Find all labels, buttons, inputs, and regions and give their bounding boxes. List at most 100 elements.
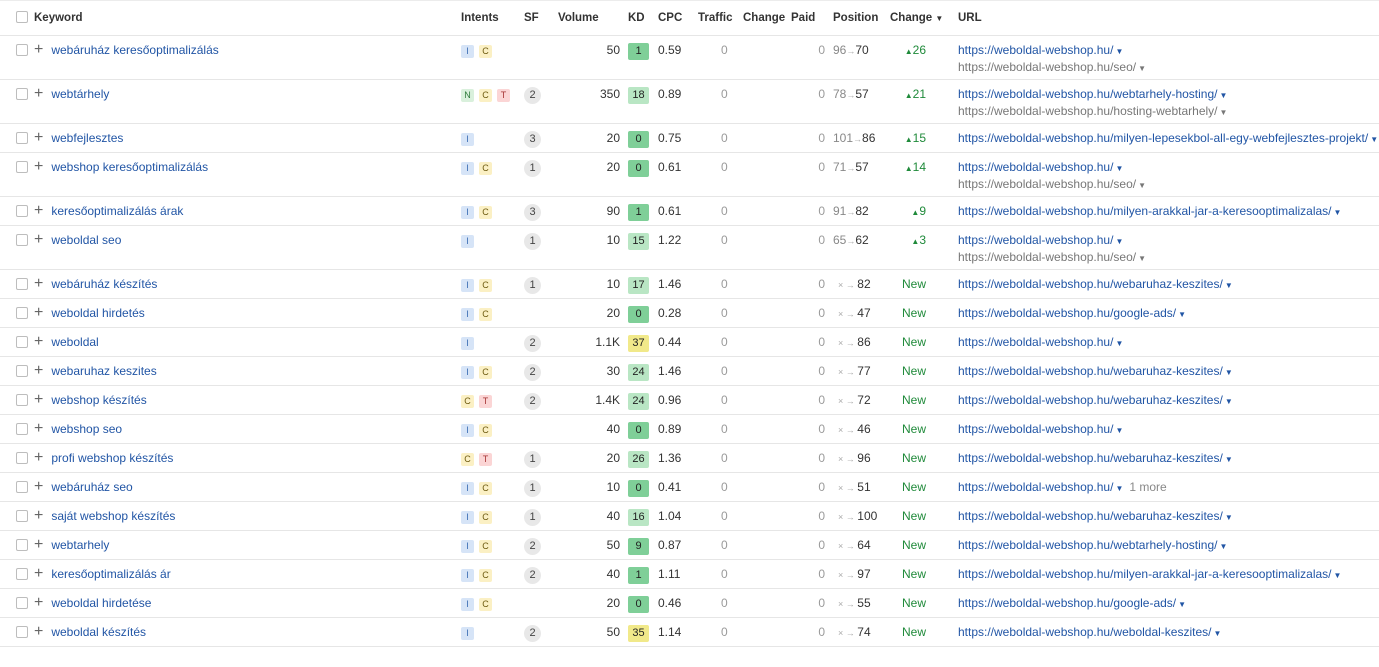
row-checkbox[interactable]	[16, 625, 28, 638]
add-keyword-icon[interactable]: +	[34, 624, 43, 640]
header-intents[interactable]: Intents	[457, 0, 520, 36]
url-link[interactable]: https://weboldal-webshop.hu/milyen-arakk…	[958, 567, 1332, 581]
chevron-down-icon[interactable]: ▼	[1225, 513, 1233, 522]
keyword-link[interactable]: webáruház keresőoptimalizálás	[51, 43, 218, 57]
serp-features-count[interactable]: 2	[524, 364, 541, 381]
header-cpc[interactable]: CPC	[654, 0, 694, 36]
row-checkbox[interactable]	[16, 538, 28, 551]
keyword-link[interactable]: weboldal hirdetés	[51, 306, 144, 320]
keyword-link[interactable]: keresőoptimalizálás ár	[51, 567, 170, 581]
header-kd[interactable]: KD	[624, 0, 654, 36]
select-all-checkbox[interactable]	[16, 10, 28, 23]
chevron-down-icon[interactable]: ▼	[1138, 181, 1146, 190]
chevron-down-icon[interactable]: ▼	[1115, 164, 1123, 173]
keyword-link[interactable]: weboldal	[51, 335, 98, 349]
serp-features-count[interactable]: 1	[524, 480, 541, 497]
serp-features-count[interactable]: 2	[524, 567, 541, 584]
chevron-down-icon[interactable]: ▼	[1138, 254, 1146, 263]
row-checkbox[interactable]	[16, 204, 28, 217]
keyword-link[interactable]: weboldal készítés	[51, 625, 146, 639]
keyword-link[interactable]: webáruház készítés	[51, 277, 157, 291]
chevron-down-icon[interactable]: ▼	[1115, 339, 1123, 348]
url-link[interactable]: https://weboldal-webshop.hu/milyen-lepes…	[958, 131, 1368, 145]
keyword-link[interactable]: webáruház seo	[51, 480, 132, 494]
add-keyword-icon[interactable]: +	[34, 334, 43, 350]
keyword-link[interactable]: webfejlesztes	[51, 131, 123, 145]
keyword-link[interactable]: profi webshop készítés	[51, 451, 173, 465]
header-position-change[interactable]: Change ▼	[886, 0, 954, 36]
url-link[interactable]: https://weboldal-webshop.hu/	[958, 480, 1113, 494]
add-keyword-icon[interactable]: +	[34, 566, 43, 582]
serp-features-count[interactable]: 2	[524, 87, 541, 104]
header-keyword[interactable]: Keyword	[30, 0, 457, 36]
serp-features-count[interactable]: 1	[524, 451, 541, 468]
url-link[interactable]: https://weboldal-webshop.hu/weboldal-kes…	[958, 625, 1211, 639]
secondary-url-link[interactable]: https://weboldal-webshop.hu/seo/	[958, 177, 1136, 191]
url-link[interactable]: https://weboldal-webshop.hu/google-ads/	[958, 306, 1176, 320]
keyword-link[interactable]: webtarhely	[51, 538, 109, 552]
chevron-down-icon[interactable]: ▼	[1225, 368, 1233, 377]
add-keyword-icon[interactable]: +	[34, 42, 43, 58]
chevron-down-icon[interactable]: ▼	[1334, 208, 1342, 217]
chevron-down-icon[interactable]: ▼	[1225, 397, 1233, 406]
chevron-down-icon[interactable]: ▼	[1115, 47, 1123, 56]
url-link[interactable]: https://weboldal-webshop.hu/webaruhaz-ke…	[958, 393, 1223, 407]
chevron-down-icon[interactable]: ▼	[1178, 310, 1186, 319]
header-url[interactable]: URL	[954, 0, 1379, 36]
secondary-url-link[interactable]: https://weboldal-webshop.hu/hosting-webt…	[958, 104, 1218, 118]
chevron-down-icon[interactable]: ▼	[1115, 426, 1123, 435]
header-sf[interactable]: SF	[520, 0, 554, 36]
row-checkbox[interactable]	[16, 131, 28, 144]
row-checkbox[interactable]	[16, 364, 28, 377]
url-link[interactable]: https://weboldal-webshop.hu/webaruhaz-ke…	[958, 277, 1223, 291]
add-keyword-icon[interactable]: +	[34, 479, 43, 495]
row-checkbox[interactable]	[16, 160, 28, 173]
header-traffic[interactable]: Traffic	[694, 0, 739, 36]
row-checkbox[interactable]	[16, 335, 28, 348]
url-link[interactable]: https://weboldal-webshop.hu/	[958, 422, 1113, 436]
chevron-down-icon[interactable]: ▼	[1213, 629, 1221, 638]
chevron-down-icon[interactable]: ▼	[1334, 571, 1342, 580]
serp-features-count[interactable]: 1	[524, 160, 541, 177]
add-keyword-icon[interactable]: +	[34, 392, 43, 408]
serp-features-count[interactable]: 2	[524, 335, 541, 352]
row-checkbox[interactable]	[16, 422, 28, 435]
url-link[interactable]: https://weboldal-webshop.hu/	[958, 233, 1113, 247]
keyword-link[interactable]: weboldal seo	[51, 233, 121, 247]
chevron-down-icon[interactable]: ▼	[1225, 281, 1233, 290]
add-keyword-icon[interactable]: +	[34, 363, 43, 379]
add-keyword-icon[interactable]: +	[34, 508, 43, 524]
serp-features-count[interactable]: 3	[524, 131, 541, 148]
header-volume[interactable]: Volume	[554, 0, 624, 36]
row-checkbox[interactable]	[16, 480, 28, 493]
url-link[interactable]: https://weboldal-webshop.hu/	[958, 160, 1113, 174]
chevron-down-icon[interactable]: ▼	[1115, 237, 1123, 246]
keyword-link[interactable]: webshop keresőoptimalizálás	[51, 160, 208, 174]
add-keyword-icon[interactable]: +	[34, 537, 43, 553]
row-checkbox[interactable]	[16, 393, 28, 406]
keyword-link[interactable]: webshop készítés	[51, 393, 146, 407]
url-link[interactable]: https://weboldal-webshop.hu/webtarhely-h…	[958, 87, 1218, 101]
add-keyword-icon[interactable]: +	[34, 159, 43, 175]
add-keyword-icon[interactable]: +	[34, 305, 43, 321]
url-link[interactable]: https://weboldal-webshop.hu/	[958, 43, 1113, 57]
serp-features-count[interactable]: 2	[524, 393, 541, 410]
keyword-link[interactable]: webtárhely	[51, 87, 109, 101]
row-checkbox[interactable]	[16, 277, 28, 290]
url-link[interactable]: https://weboldal-webshop.hu/milyen-arakk…	[958, 204, 1332, 218]
row-checkbox[interactable]	[16, 596, 28, 609]
chevron-down-icon[interactable]: ▼	[1138, 64, 1146, 73]
chevron-down-icon[interactable]: ▼	[1115, 484, 1123, 493]
header-paid[interactable]: Paid	[787, 0, 829, 36]
url-link[interactable]: https://weboldal-webshop.hu/	[958, 335, 1113, 349]
serp-features-count[interactable]: 1	[524, 233, 541, 250]
keyword-link[interactable]: saját webshop készítés	[51, 509, 175, 523]
chevron-down-icon[interactable]: ▼	[1370, 135, 1378, 144]
add-keyword-icon[interactable]: +	[34, 276, 43, 292]
row-checkbox[interactable]	[16, 451, 28, 464]
add-keyword-icon[interactable]: +	[34, 421, 43, 437]
row-checkbox[interactable]	[16, 43, 28, 56]
serp-features-count[interactable]: 2	[524, 625, 541, 642]
keyword-link[interactable]: webaruhaz keszites	[51, 364, 156, 378]
add-keyword-icon[interactable]: +	[34, 450, 43, 466]
